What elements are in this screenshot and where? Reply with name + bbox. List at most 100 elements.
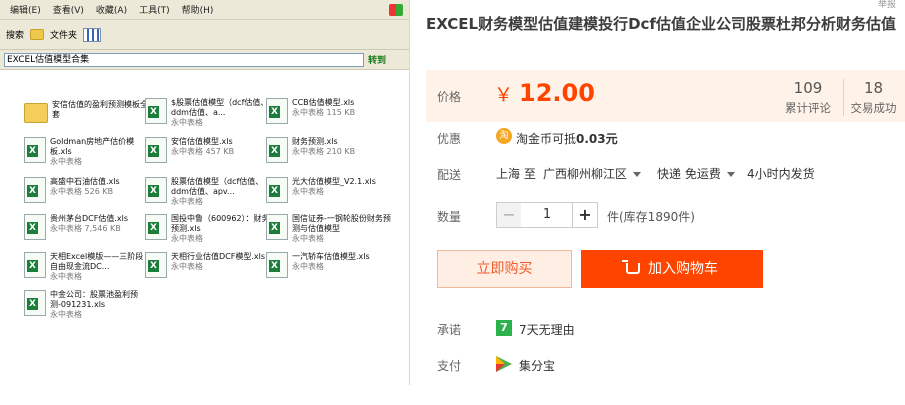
file-meta: 永中表格 [292, 187, 324, 196]
sales-stat: 18 交易成功 [843, 79, 903, 116]
price-value: ￥ 12.00 [494, 79, 595, 107]
file-grid: 安信估值的盈利预测模板全套 $股票估值模型（dcf估值、ddm估值、a...永中… [10, 92, 405, 382]
add-cart-label: 加入购物车 [648, 261, 718, 277]
go-label: 转到 [368, 56, 387, 66]
excel-icon [145, 98, 167, 124]
file-meta: 永中表格 [50, 157, 82, 166]
file-item: 安信估值的盈利预测模板全套 [24, 100, 149, 123]
file-name: 高盛中石油估值.xls [50, 177, 120, 186]
menu-help: 帮助(H) [181, 6, 214, 16]
file-name: $股票估值模型（dcf估值、ddm估值、a... [171, 98, 269, 117]
ship-to: 广西柳州柳江区 [543, 167, 628, 181]
delivery-label: 配送 [437, 168, 462, 182]
file-meta: 永中表格 115 KB [292, 108, 356, 117]
promise-label: 承诺 [437, 323, 462, 337]
excel-icon [145, 177, 167, 203]
shipping-dropdown[interactable]: 快递 免运费 [657, 165, 735, 182]
file-meta: 永中表格 [171, 234, 203, 243]
menu-tools: 工具(T) [139, 6, 170, 16]
reviews-label: 累计评论 [785, 101, 831, 115]
reviews-count: 109 [793, 79, 823, 97]
promo-label: 优惠 [437, 132, 462, 146]
ship-from: 上海 至 [496, 167, 536, 181]
menu-edit: 编辑(E) [10, 6, 41, 16]
excel-icon [145, 137, 167, 163]
taobao-coin-icon: 淘 [496, 128, 512, 144]
excel-icon [24, 214, 46, 240]
file-item: 财务预测.xls永中表格 210 KB [266, 137, 391, 163]
chevron-down-icon [726, 172, 735, 177]
stock-info: 件(库存1890件) [607, 210, 695, 224]
cart-icon [622, 260, 640, 274]
quantity-input[interactable]: 1 [521, 202, 573, 228]
explorer-toolbar: 搜索 文件夹 [0, 20, 409, 50]
file-meta: 永中表格 [171, 262, 203, 271]
file-name: 中金公司：股票池盈利预测-091231.xls [50, 290, 138, 309]
menu-view: 查看(V) [52, 6, 84, 16]
file-meta: 永中表格 [292, 262, 324, 271]
quantity-decrease-button[interactable]: − [496, 202, 522, 228]
search-label: 搜索 [6, 31, 25, 41]
file-name: 贵州茅台DCF估值.xls [50, 214, 129, 223]
file-item: 股票估值模型（dcf估值、ddm估值、apv...永中表格 [145, 177, 270, 207]
product-title: EXCEL财务模型估值建模投行Dcf估值企业公司股票杜邦分析财务估值 [426, 15, 896, 33]
menu-favorites: 收藏(A) [95, 6, 128, 16]
buy-now-button[interactable]: 立即购买 [437, 250, 572, 288]
file-item: 天相行业估值DCF模型.xls永中表格 [145, 252, 270, 278]
report-link[interactable]: 举报 [878, 0, 896, 10]
payment-text: 集分宝 [519, 359, 556, 373]
price-panel: 价格 ￥ 12.00 109 累计评论 18 交易成功 [426, 70, 905, 122]
file-name: 光大估值模型_V2.1.xls [292, 177, 376, 186]
file-name: CCB估值模型.xls [292, 98, 355, 107]
excel-icon [266, 214, 288, 240]
quantity-label: 数量 [437, 210, 462, 224]
reviews-stat[interactable]: 109 累计评论 [776, 79, 840, 116]
file-item: 贵州茅台DCF估值.xls永中表格 7,546 KB [24, 214, 149, 240]
price-amount: 12.00 [519, 79, 595, 107]
file-name: 国信证券-一钢轮股份财务预测与估值模型 [292, 214, 391, 233]
explorer-address-bar: EXCEL估值模型合集 转到 [0, 50, 409, 70]
file-name: 国投中鲁（600962）：财务预测.xls [171, 214, 270, 233]
folder-icon [30, 29, 45, 40]
product-image-explorer: 编辑(E) 查看(V) 收藏(A) 工具(T) 帮助(H) 搜索 文件夹 EXC… [0, 0, 410, 385]
seven-day-return-icon: 7 [496, 320, 512, 336]
file-name: 天相行业估值DCF模型.xls [171, 252, 266, 261]
shipping-method: 快递 免运费 [657, 167, 721, 181]
file-item: 国信证券-一钢轮股份财务预测与估值模型永中表格 [266, 214, 391, 244]
file-name: 一汽轿车估值模型.xls [292, 252, 370, 261]
file-item: 天相Excel模版——三阶段自由现金流DC...永中表格 [24, 252, 149, 282]
file-item: 国投中鲁（600962）：财务预测.xls永中表格 [145, 214, 270, 244]
file-item: 一汽轿车估值模型.xls永中表格 [266, 252, 391, 278]
promo-desc: 淘金币可抵 [516, 132, 577, 146]
excel-icon [24, 290, 46, 316]
file-meta: 永中表格 [171, 197, 203, 206]
excel-icon [24, 137, 46, 163]
file-item: Goldman房地产估价模板.xls永中表格 [24, 137, 149, 167]
file-item: 中金公司：股票池盈利预测-091231.xls永中表格 [24, 290, 149, 320]
file-meta: 永中表格 526 KB [50, 187, 114, 196]
file-name: 股票估值模型（dcf估值、ddm估值、apv... [171, 177, 264, 196]
file-item: $股票估值模型（dcf估值、ddm估值、a...永中表格 [145, 98, 270, 128]
file-meta: 永中表格 210 KB [292, 147, 356, 156]
file-meta: 永中表格 7,546 KB [50, 224, 121, 233]
promise-text[interactable]: 7天无理由 [519, 321, 575, 338]
ship-to-dropdown[interactable]: 广西柳州柳江区 [543, 165, 642, 182]
jifenbao-icon [496, 356, 512, 372]
file-name: 财务预测.xls [292, 137, 338, 146]
ship-time: 4小时内发货 [747, 167, 815, 181]
file-item: 光大估值模型_V2.1.xls永中表格 [266, 177, 391, 203]
promo-text: 淘金币可抵0.03元 [516, 130, 618, 147]
file-meta: 永中表格 [171, 118, 203, 127]
windows-logo-icon [389, 3, 403, 16]
quantity-increase-button[interactable]: + [572, 202, 598, 228]
excel-icon [266, 137, 288, 163]
price-label: 价格 [437, 90, 462, 104]
excel-icon [145, 214, 167, 240]
sales-label: 交易成功 [850, 101, 897, 115]
address-path: EXCEL估值模型合集 [4, 52, 364, 67]
excel-icon [266, 177, 288, 203]
promo-amount: 0.03元 [576, 132, 618, 146]
add-to-cart-button[interactable]: 加入购物车 [581, 250, 763, 288]
excel-icon [24, 177, 46, 203]
currency-symbol: ￥ [494, 84, 514, 106]
